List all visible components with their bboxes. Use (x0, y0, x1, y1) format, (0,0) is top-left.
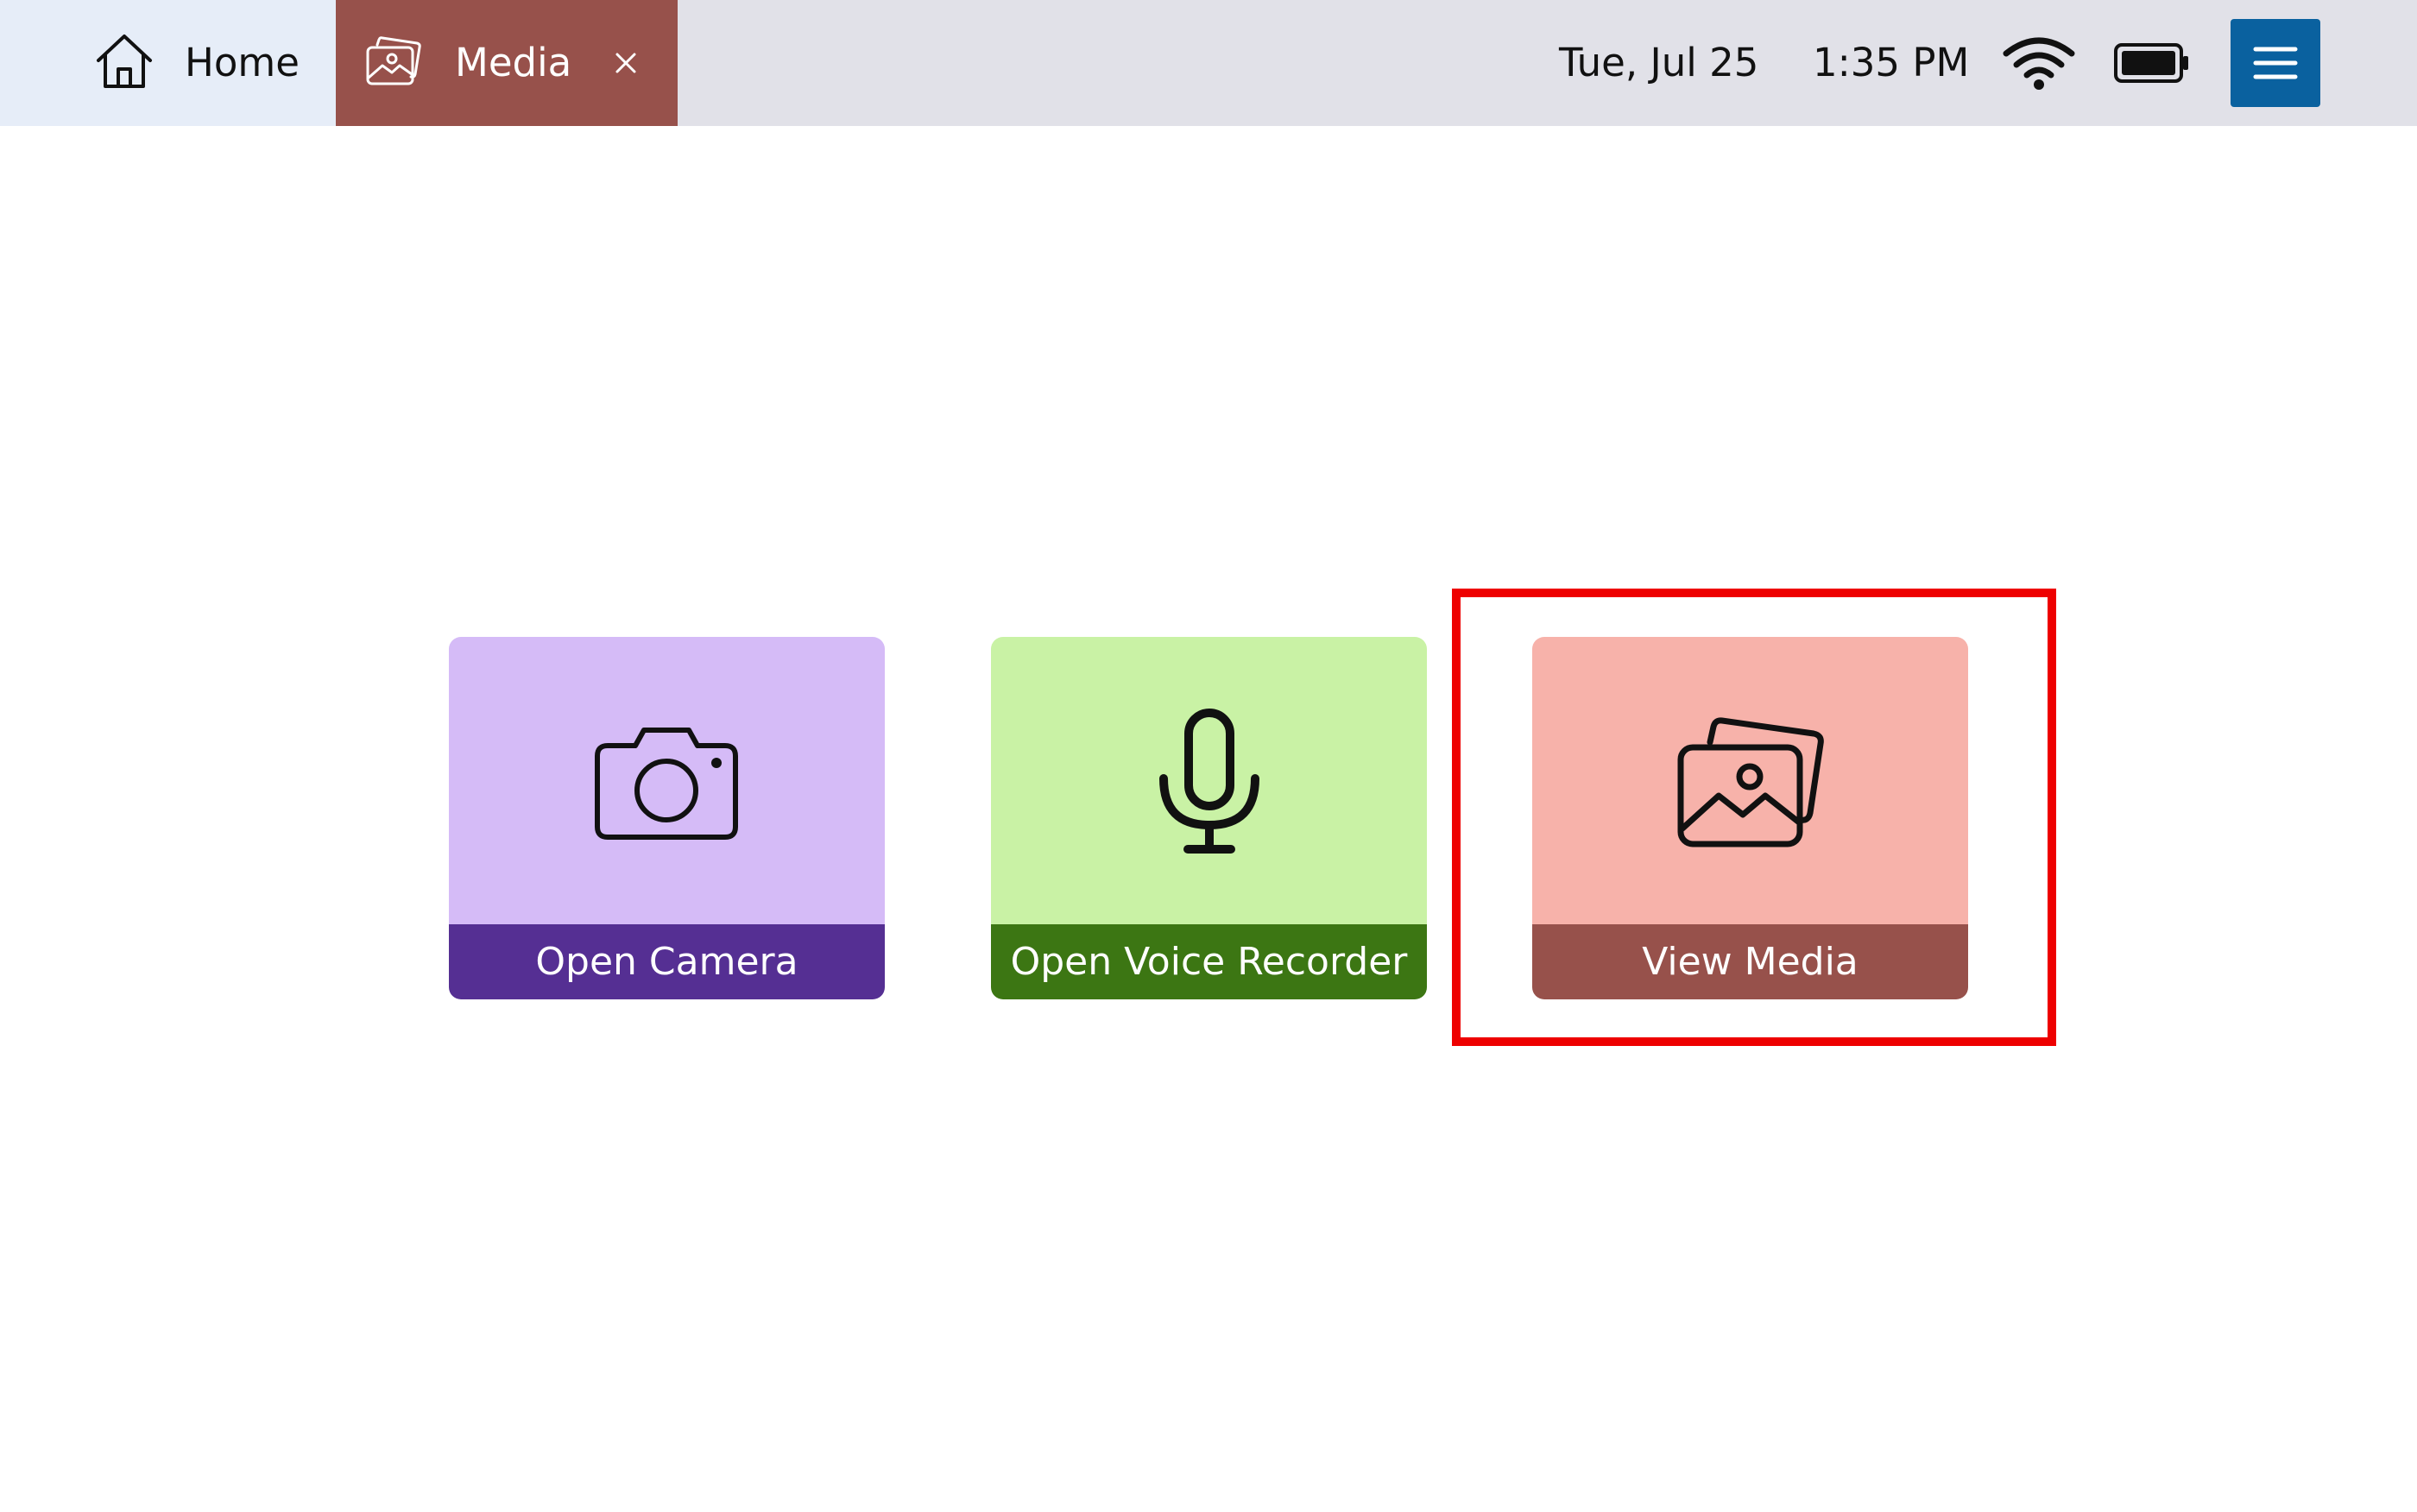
tab-media[interactable]: Media (336, 0, 678, 126)
status-date: Tue, Jul 25 (1559, 40, 1759, 85)
card-icon-area (449, 637, 885, 924)
tab-media-label: Media (455, 40, 572, 85)
open-voice-recorder-button[interactable]: Open Voice Recorder (991, 637, 1427, 999)
open-camera-label: Open Camera (449, 924, 885, 999)
images-icon (366, 36, 421, 85)
top-bar: Home Media Tue, Jul 25 1:35 PM (0, 0, 2417, 126)
status-time: 1:35 PM (1813, 40, 1970, 85)
card-icon-area (991, 637, 1427, 924)
images-icon (1677, 717, 1824, 847)
open-voice-recorder-label: Open Voice Recorder (991, 924, 1427, 999)
open-camera-button[interactable]: Open Camera (449, 637, 885, 999)
wifi-icon (2003, 37, 2075, 90)
battery-full-icon (2114, 43, 2188, 83)
card-icon-area (1532, 637, 1968, 924)
tab-home-label: Home (185, 40, 300, 85)
microphone-icon (1159, 709, 1259, 854)
camera-icon (595, 728, 738, 840)
hamburger-menu-icon (2253, 47, 2298, 79)
view-media-label: View Media (1532, 924, 1968, 999)
menu-button[interactable] (2231, 19, 2320, 107)
view-media-button[interactable]: View Media (1532, 637, 1968, 999)
tab-home[interactable]: Home (0, 0, 336, 126)
close-icon[interactable] (610, 47, 641, 79)
home-icon (97, 35, 152, 88)
